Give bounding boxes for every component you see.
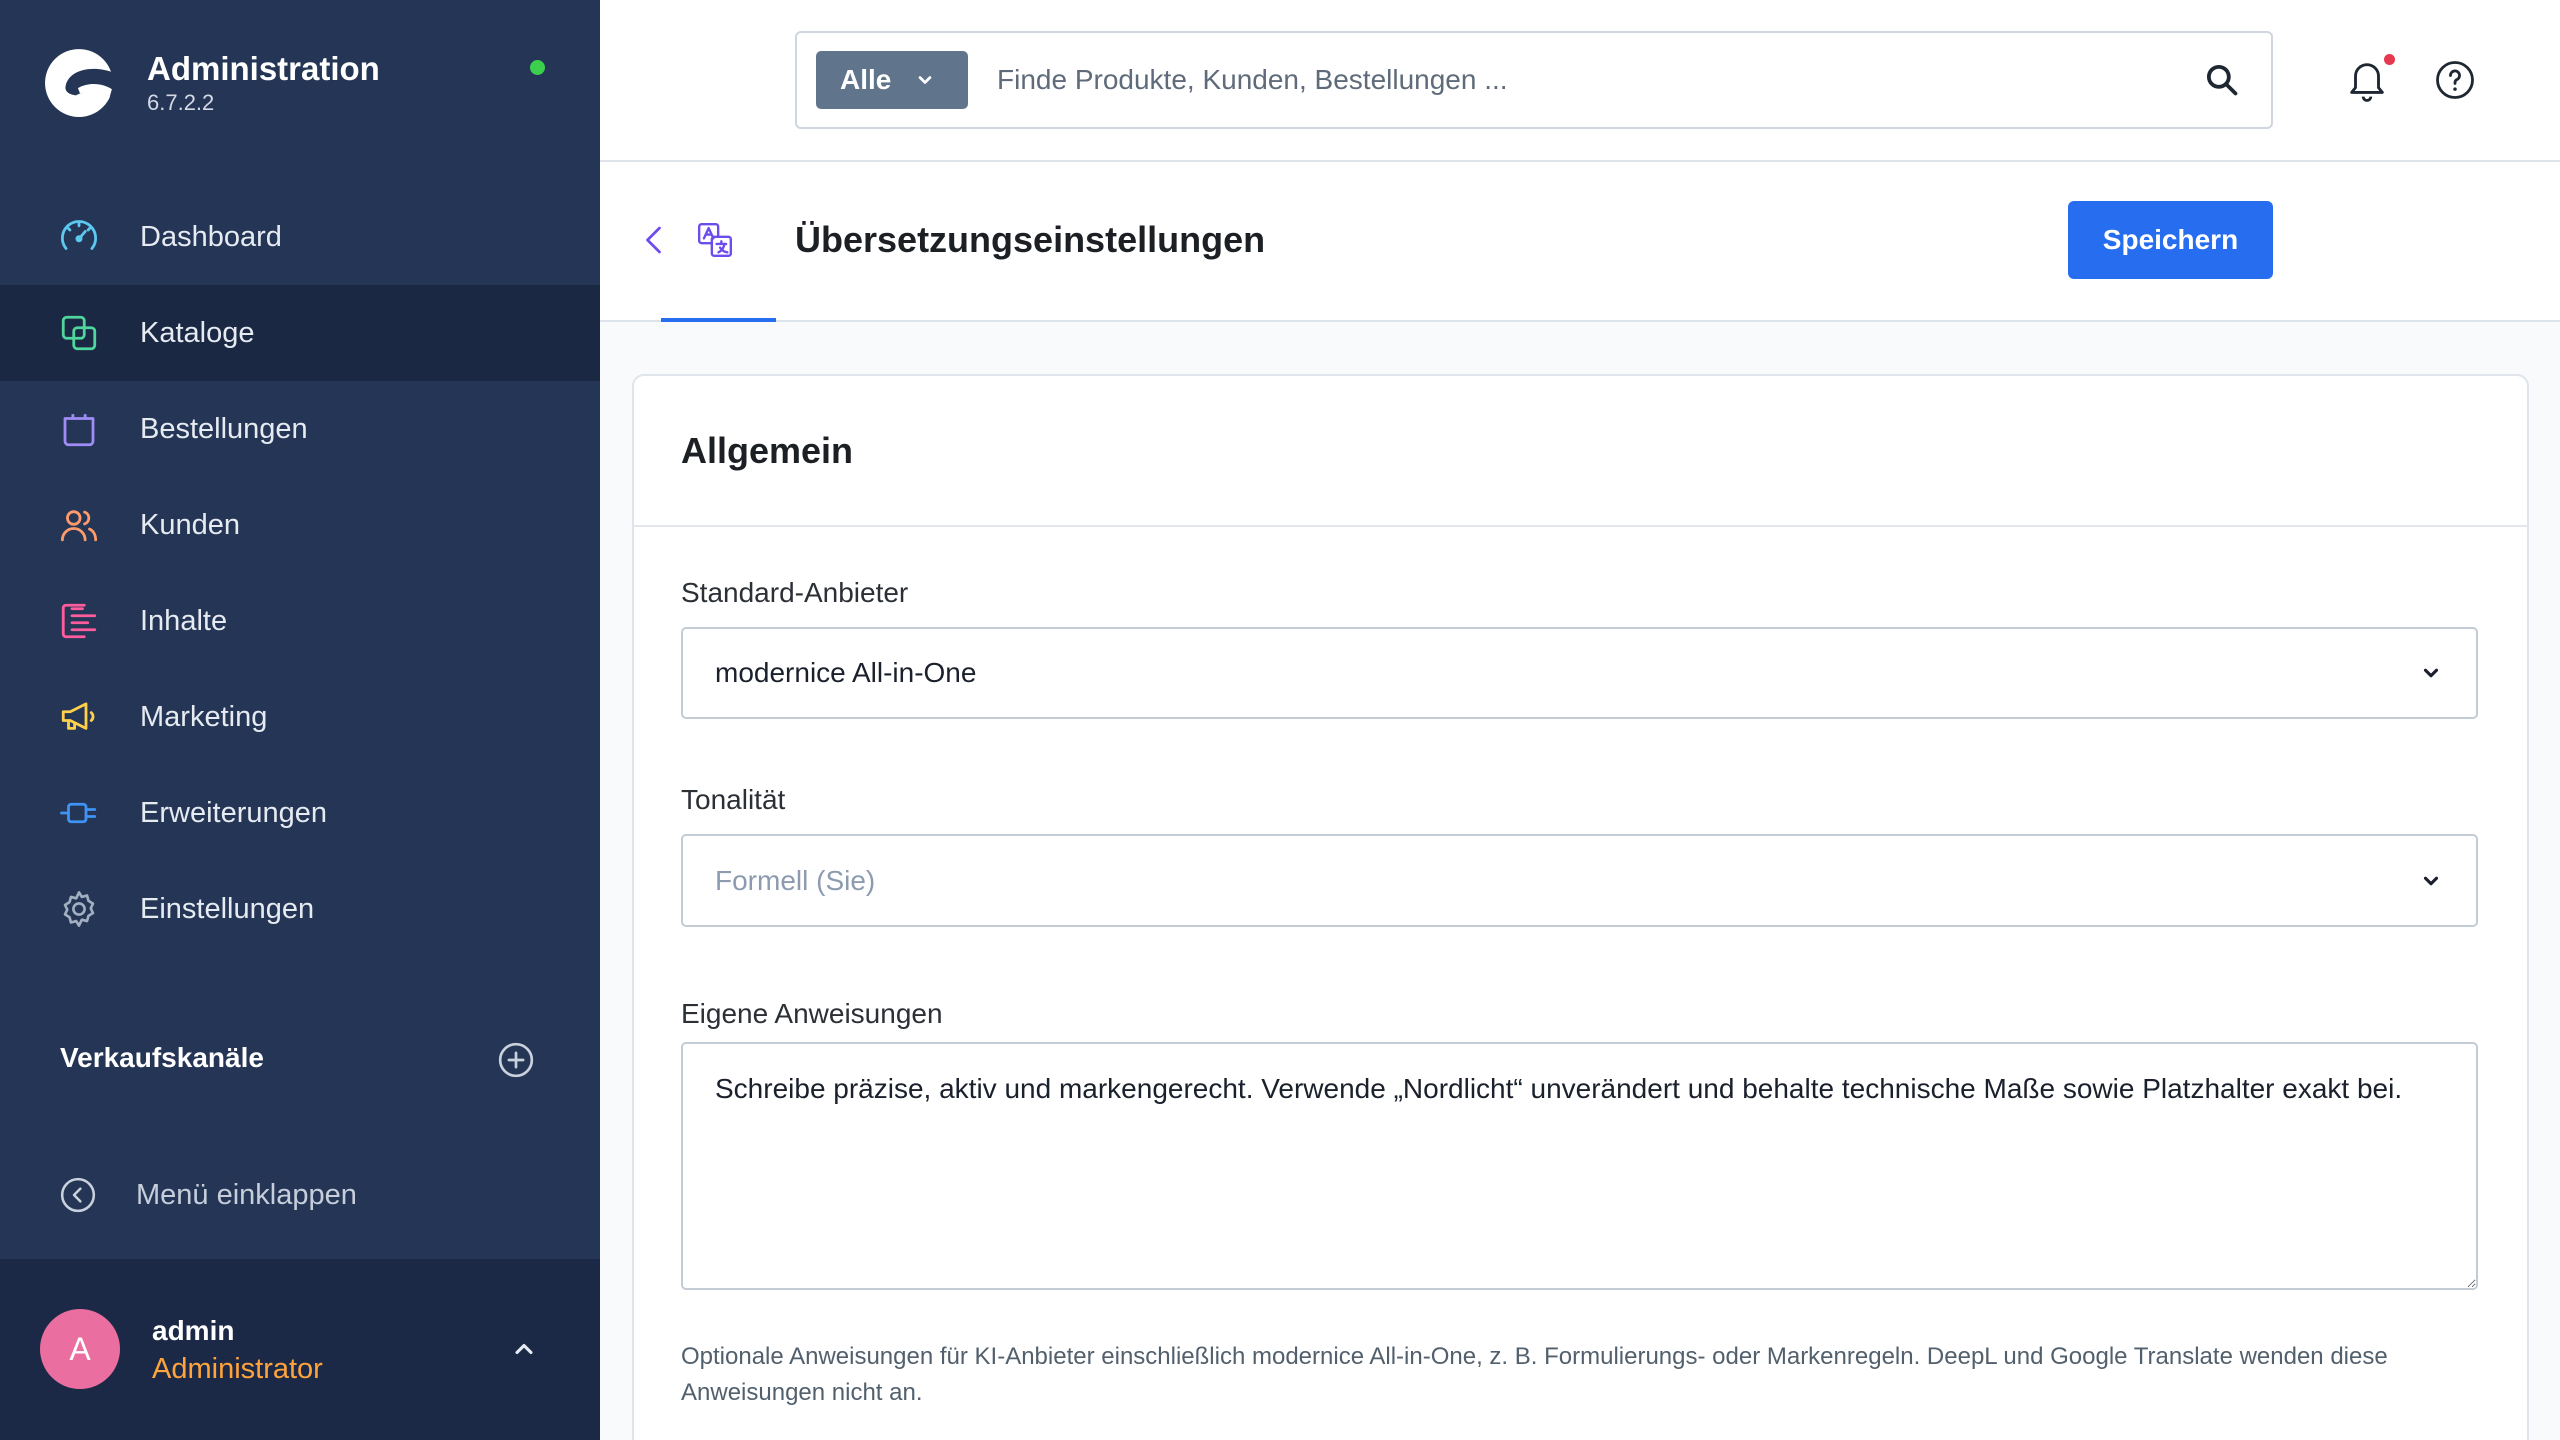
user-role: Administrator bbox=[152, 1353, 323, 1385]
plug-icon bbox=[58, 792, 100, 834]
sidebar-item-label: Kunden bbox=[140, 509, 240, 541]
sidebar-item-kunden[interactable]: Kunden bbox=[0, 477, 600, 573]
shopware-logo[interactable] bbox=[44, 46, 116, 118]
tonality-select[interactable]: Formell (Sie) bbox=[681, 834, 2478, 927]
shopping-bag-icon bbox=[58, 408, 100, 450]
back-chevron-icon[interactable] bbox=[637, 222, 673, 258]
sidebar-item-label: Bestellungen bbox=[140, 413, 308, 445]
megaphone-icon bbox=[58, 696, 100, 738]
sidebar: Administration 6.7.2.2 Dashboard Katalog… bbox=[0, 0, 600, 1440]
top-bar: Alle bbox=[600, 0, 2560, 162]
chevron-down-icon bbox=[2420, 870, 2442, 892]
gear-icon bbox=[58, 888, 100, 930]
collapse-menu-button[interactable]: Menü einklappen bbox=[59, 1171, 357, 1219]
card-header: Allgemein bbox=[634, 376, 2527, 527]
default-provider-label: Standard-Anbieter bbox=[681, 577, 909, 608]
chevron-down-icon bbox=[915, 70, 935, 90]
sidebar-item-kataloge[interactable]: Kataloge bbox=[0, 285, 600, 381]
custom-instructions-label: Eigene Anweisungen bbox=[681, 998, 943, 1029]
chevron-down-icon bbox=[2420, 662, 2442, 684]
sidebar-item-marketing[interactable]: Marketing bbox=[0, 669, 600, 765]
sidebar-item-bestellungen[interactable]: Bestellungen bbox=[0, 381, 600, 477]
sales-channels-heading: Verkaufskanäle bbox=[60, 1042, 264, 1073]
search-type-dropdown[interactable]: Alle bbox=[816, 51, 968, 109]
tonality-placeholder: Formell (Sie) bbox=[715, 864, 876, 896]
collapse-menu-label: Menü einklappen bbox=[136, 1179, 357, 1211]
sidebar-item-dashboard[interactable]: Dashboard bbox=[0, 189, 600, 285]
translate-icon bbox=[696, 221, 734, 259]
custom-instructions-textarea[interactable]: Schreibe präzise, aktiv und markengerech… bbox=[681, 1042, 2478, 1290]
user-menu: A admin Administrator bbox=[0, 1259, 600, 1440]
sidebar-item-label: Dashboard bbox=[140, 221, 282, 253]
dashboard-icon bbox=[58, 216, 100, 258]
sidebar-item-einstellungen[interactable]: Einstellungen bbox=[0, 861, 600, 957]
content-list-icon bbox=[58, 600, 100, 642]
card-title: Allgemein bbox=[681, 430, 854, 471]
sales-channels-section: Verkaufskanäle bbox=[60, 1036, 560, 1082]
user-name: admin bbox=[152, 1315, 235, 1346]
copy-icon bbox=[58, 312, 100, 354]
sidebar-item-inhalte[interactable]: Inhalte bbox=[0, 573, 600, 669]
main-navigation: Dashboard Kataloge Bestellungen Kunden I… bbox=[0, 189, 600, 957]
search-input[interactable] bbox=[997, 51, 2177, 109]
search-icon[interactable] bbox=[2203, 61, 2241, 99]
plus-circle-icon[interactable] bbox=[497, 1041, 535, 1079]
notification-badge bbox=[2382, 52, 2397, 67]
sidebar-item-label: Einstellungen bbox=[140, 893, 315, 925]
status-indicator bbox=[530, 60, 545, 75]
users-icon bbox=[58, 504, 100, 546]
save-button[interactable]: Speichern bbox=[2068, 201, 2273, 279]
app-version: 6.7.2.2 bbox=[147, 90, 215, 115]
app-title: Administration bbox=[147, 50, 380, 87]
custom-instructions-help-text: Optionale Anweisungen für KI-Anbieter ei… bbox=[681, 1343, 2388, 1406]
chevron-up-icon[interactable] bbox=[510, 1335, 538, 1363]
sidebar-item-label: Kataloge bbox=[140, 317, 255, 349]
sidebar-item-label: Marketing bbox=[140, 701, 268, 733]
sidebar-item-label: Inhalte bbox=[140, 605, 228, 637]
global-search: Alle bbox=[795, 31, 2273, 129]
default-provider-select[interactable]: modernice All-in-One bbox=[681, 627, 2478, 719]
content-area: Allgemein Standard-Anbieter modernice Al… bbox=[600, 322, 2560, 1440]
default-provider-value: modernice All-in-One bbox=[715, 657, 977, 688]
settings-card: Allgemein Standard-Anbieter modernice Al… bbox=[632, 374, 2529, 1440]
help-icon[interactable] bbox=[2434, 59, 2476, 101]
smart-bar: Übersetzungseinstellungen Speichern bbox=[600, 162, 2560, 322]
tonality-label: Tonalität bbox=[681, 784, 786, 815]
page-title: Übersetzungseinstellungen bbox=[795, 219, 1266, 260]
avatar[interactable]: A bbox=[40, 1309, 120, 1389]
chevron-left-circle-icon bbox=[59, 1176, 97, 1214]
sidebar-item-erweiterungen[interactable]: Erweiterungen bbox=[0, 765, 600, 861]
search-type-label: Alle bbox=[840, 64, 892, 95]
sidebar-item-label: Erweiterungen bbox=[140, 797, 327, 829]
